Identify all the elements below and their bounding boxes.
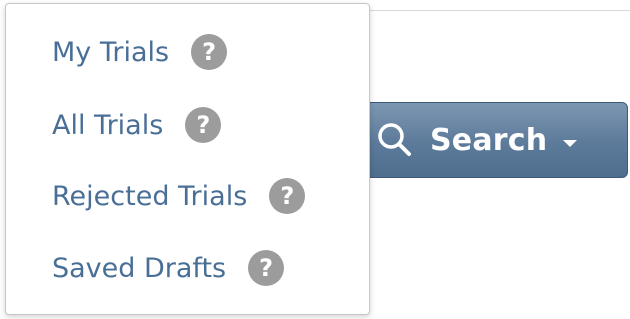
menu-item-label: Saved Drafts xyxy=(52,252,227,284)
search-icon xyxy=(378,123,411,156)
help-icon[interactable]: ? xyxy=(191,34,228,70)
search-button[interactable]: Search xyxy=(345,102,628,178)
caret-down-icon xyxy=(563,139,578,147)
menu-item-label: My Trials xyxy=(52,36,170,68)
menu-item-rejected-trials[interactable]: Rejected Trials ? xyxy=(52,178,306,214)
trials-dropdown-menu: My Trials ? All Trials ? Rejected Trials… xyxy=(5,3,370,315)
menu-item-saved-drafts[interactable]: Saved Drafts ? xyxy=(52,250,285,286)
header-divider xyxy=(370,10,630,11)
help-icon[interactable]: ? xyxy=(185,107,222,143)
menu-item-all-trials[interactable]: All Trials ? xyxy=(52,107,222,143)
menu-item-my-trials[interactable]: My Trials ? xyxy=(52,34,228,70)
help-icon[interactable]: ? xyxy=(248,250,285,286)
menu-item-label: Rejected Trials xyxy=(52,180,248,212)
help-icon[interactable]: ? xyxy=(269,178,306,214)
menu-item-label: All Trials xyxy=(52,109,164,141)
search-button-label: Search xyxy=(430,122,548,158)
page: Search My Trials ? All Trials ? Rejected… xyxy=(0,0,630,319)
